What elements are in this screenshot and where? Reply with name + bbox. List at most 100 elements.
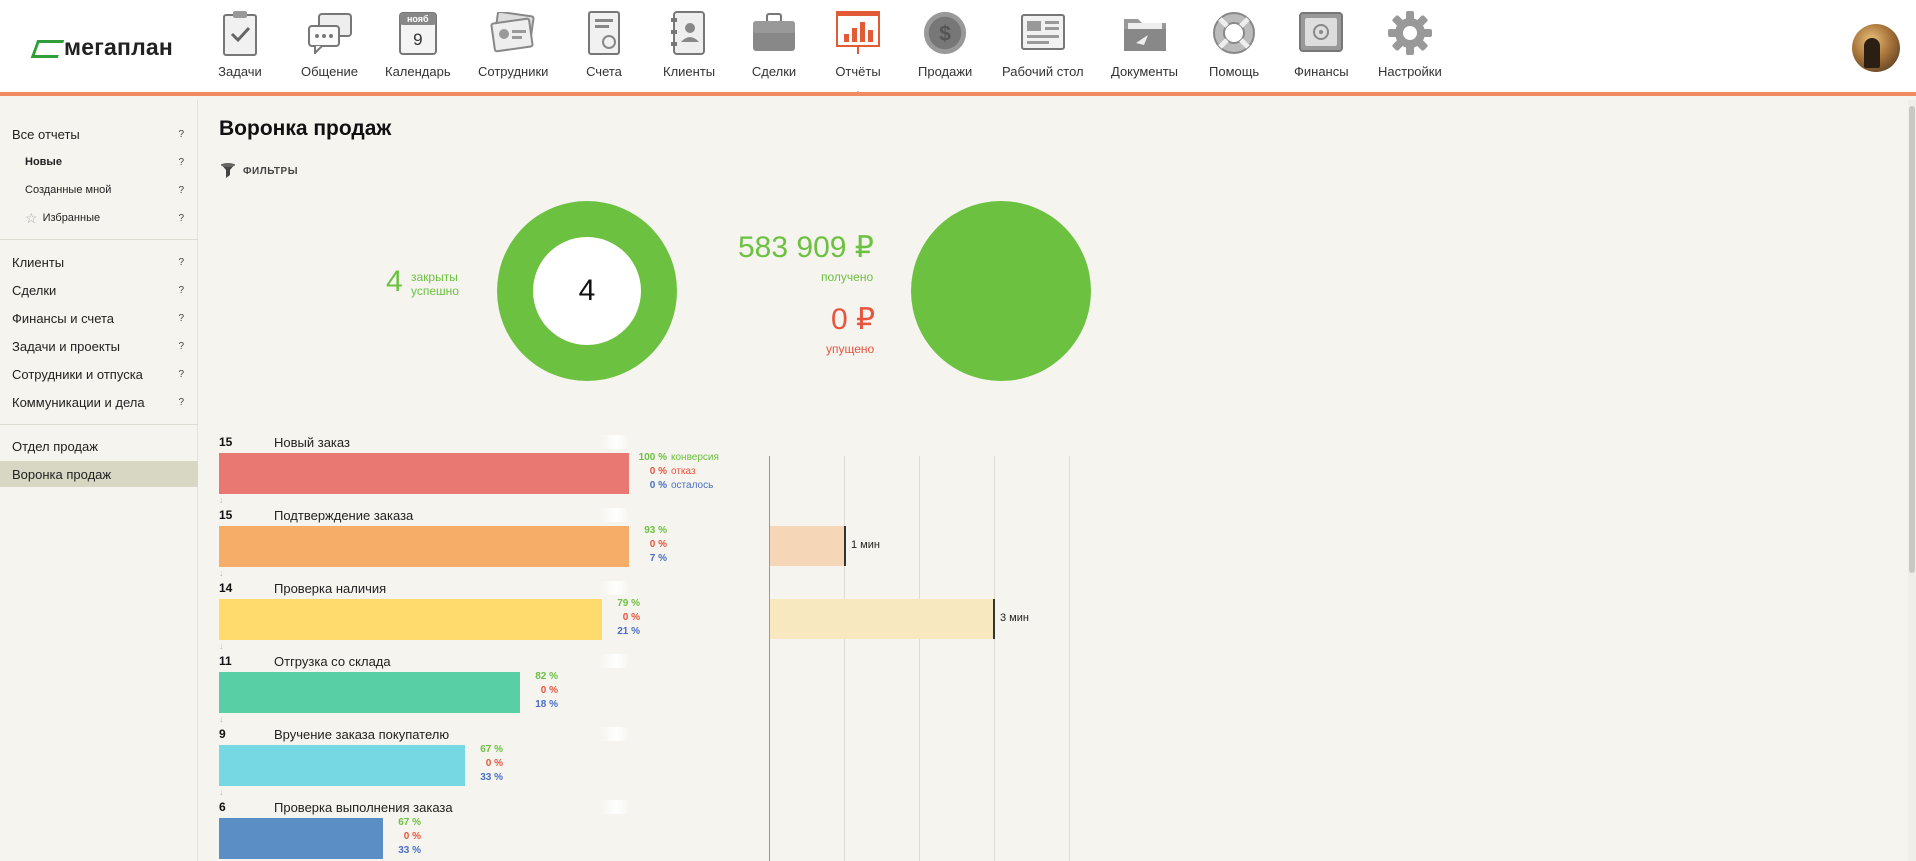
help-mark-icon[interactable]: ? <box>178 341 184 352</box>
megaplan-logo[interactable]: мегаплан <box>34 34 173 61</box>
closed-count: 4 <box>386 265 403 298</box>
sidebar-divider <box>0 239 198 240</box>
sidebar-sales-funnel[interactable]: Воронка продаж <box>0 461 198 487</box>
sidebar-new-label: Новые <box>25 156 62 168</box>
stage-duration-label: 1 мин <box>851 539 880 551</box>
clients-icon <box>666 10 712 56</box>
help-mark-icon[interactable]: ? <box>178 285 184 296</box>
nav-desktop[interactable]: Рабочий стол <box>1002 10 1084 79</box>
sidebar-new[interactable]: Новые ? <box>0 149 198 175</box>
funnel-stage-bar[interactable] <box>219 745 465 786</box>
stage-conversion-pct: 100 % <box>638 452 667 463</box>
nav-settings[interactable]: Настройки <box>1378 10 1442 79</box>
nav-desktop-label: Рабочий стол <box>1002 64 1084 79</box>
revenue-pie-chart <box>911 201 1091 381</box>
help-mark-icon[interactable]: ? <box>178 369 184 380</box>
nav-deals[interactable]: Сделки <box>751 10 797 79</box>
row-fade <box>599 435 629 449</box>
nav-clients-label: Клиенты <box>663 64 716 79</box>
stage-arrow-icon: ↓ <box>219 641 224 651</box>
nav-communication[interactable]: Общение <box>301 10 358 79</box>
employees-icon <box>490 10 536 56</box>
nav-deals-label: Сделки <box>751 64 797 79</box>
help-mark-icon[interactable]: ? <box>178 129 184 140</box>
closed-label-2: успешно <box>411 284 459 298</box>
funnel-stage-bar[interactable] <box>219 526 629 567</box>
filters-label: ФИЛЬТРЫ <box>243 165 298 177</box>
page-scrollbar[interactable] <box>1908 100 1916 861</box>
help-mark-icon[interactable]: ? <box>178 313 184 324</box>
stage-duration-bar[interactable] <box>770 599 995 639</box>
timeline-axis <box>769 456 770 861</box>
sidebar-clients-label: Клиенты <box>12 254 65 270</box>
stage-arrow-icon: ↓ <box>219 495 224 505</box>
sidebar-staff-label: Сотрудники и отпуска <box>12 366 143 382</box>
help-mark-icon[interactable]: ? <box>178 185 184 196</box>
stage-refusal-pct: 0 % <box>540 685 558 696</box>
nav-help[interactable]: Помощь <box>1209 10 1259 79</box>
row-fade <box>599 727 629 741</box>
funnel-stage-bar[interactable] <box>219 599 602 640</box>
active-nav-pointer <box>852 91 864 96</box>
nav-finance[interactable]: Финансы <box>1294 10 1349 79</box>
timeline-gridline <box>919 456 920 861</box>
scrollbar-thumb[interactable] <box>1909 106 1915 573</box>
chat-icon <box>307 10 353 56</box>
stage-conversion-pct: 79 % <box>617 598 640 609</box>
sidebar-divider <box>0 424 198 425</box>
sidebar-finance[interactable]: Финансы и счета ? <box>0 305 198 331</box>
sidebar-sales-dept-label: Отдел продаж <box>12 438 98 454</box>
sidebar-all-reports-label: Все отчеты <box>12 126 80 142</box>
funnel-stage-bar[interactable] <box>219 672 520 713</box>
nav-calendar[interactable]: нояб 9 Календарь <box>385 10 451 79</box>
sidebar-favorites[interactable]: ☆ Избранные ? <box>0 205 198 231</box>
nav-calendar-label: Календарь <box>385 64 451 79</box>
stage-name: Проверка выполнения заказа <box>274 800 453 815</box>
help-mark-icon[interactable]: ? <box>178 257 184 268</box>
sidebar-all-reports[interactable]: Все отчеты ? <box>0 121 198 147</box>
sidebar-communications[interactable]: Коммуникации и дела ? <box>0 389 198 415</box>
filters-button[interactable]: ФИЛЬТРЫ <box>220 162 298 180</box>
sidebar-sales-dept[interactable]: Отдел продаж <box>0 433 198 459</box>
funnel-stage-bar[interactable] <box>219 453 629 494</box>
row-fade <box>599 508 629 522</box>
sidebar-communications-label: Коммуникации и дела <box>12 394 145 410</box>
star-icon: ☆ <box>25 209 38 226</box>
sidebar-tasks[interactable]: Задачи и проекты ? <box>0 333 198 359</box>
help-mark-icon[interactable]: ? <box>178 397 184 408</box>
sidebar-clients[interactable]: Клиенты ? <box>0 249 198 275</box>
nav-employees[interactable]: Сотрудники <box>478 10 548 79</box>
stage-refusal-pct: 0 % <box>622 612 640 623</box>
sidebar-deals[interactable]: Сделки ? <box>0 277 198 303</box>
lost-amount: 0 ₽ <box>831 303 876 336</box>
stage-remaining-pct: 18 % <box>535 699 558 710</box>
top-navigation-bar: мегаплан Задачи Общение нояб 9 Календарь… <box>0 0 1916 96</box>
stage-refusal-pct: 0 % <box>403 831 421 842</box>
stage-remaining-pct: 33 % <box>480 772 503 783</box>
row-fade <box>599 654 629 668</box>
nav-reports[interactable]: Отчёты <box>835 10 881 79</box>
help-mark-icon[interactable]: ? <box>178 157 184 168</box>
stage-remaining-pct: 21 % <box>617 626 640 637</box>
stage-remaining-pct: 7 % <box>649 553 667 564</box>
stage-name: Проверка наличия <box>274 581 387 596</box>
funnel-stage-bar[interactable] <box>219 818 383 859</box>
nav-tasks[interactable]: Задачи <box>217 10 263 79</box>
stage-duration-bar[interactable] <box>770 526 846 566</box>
stage-conversion-pct: 67 % <box>398 817 421 828</box>
nav-invoices[interactable]: Счета <box>581 10 627 79</box>
nav-documents[interactable]: Документы <box>1111 10 1178 79</box>
sidebar-staff[interactable]: Сотрудники и отпуска ? <box>0 361 198 387</box>
nav-documents-label: Документы <box>1111 64 1179 79</box>
help-mark-icon[interactable]: ? <box>178 213 184 224</box>
finance-icon <box>1298 10 1344 56</box>
nav-clients[interactable]: Клиенты <box>663 10 715 79</box>
user-avatar[interactable] <box>1852 24 1900 72</box>
stage-count: 11 <box>219 654 232 668</box>
nav-sales[interactable]: $ Продажи <box>918 10 972 79</box>
nav-communication-label: Общение <box>301 64 359 79</box>
page-title: Воронка продаж <box>219 117 392 140</box>
sidebar-created-by-me[interactable]: Созданные мной ? <box>0 177 198 203</box>
stage-name: Новый заказ <box>274 435 350 450</box>
sidebar-tasks-label: Задачи и проекты <box>12 338 120 354</box>
